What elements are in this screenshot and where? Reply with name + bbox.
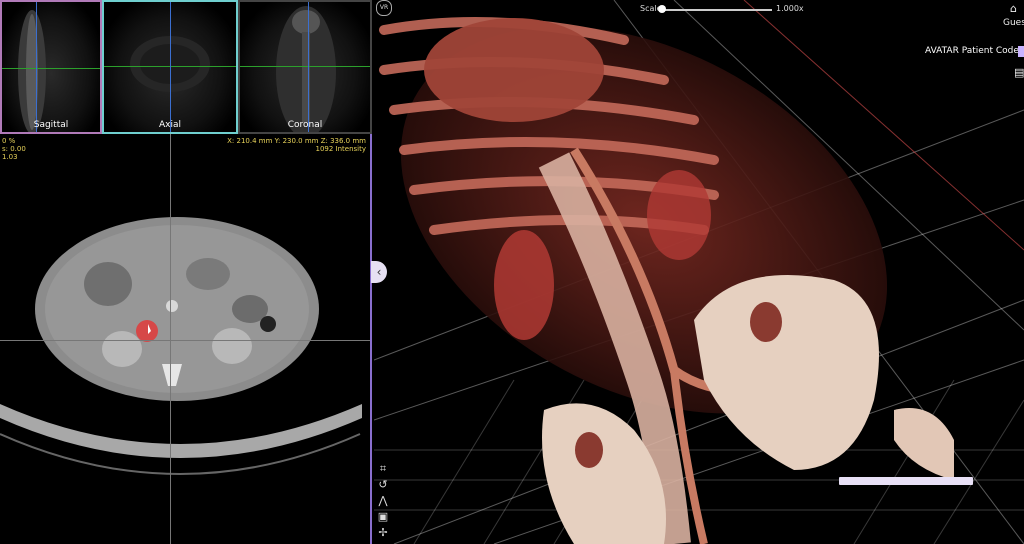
lasso-icon[interactable]: ↺ — [376, 478, 390, 492]
volume-render-image — [374, 0, 1024, 544]
user-name[interactable]: Gues — [1003, 18, 1024, 28]
sagittal-thumbnail[interactable]: Sagittal — [0, 0, 102, 134]
readout-line-3: 1.03 — [2, 153, 18, 161]
scale-control[interactable]: Scale 1.000x — [640, 4, 810, 14]
region-marker — [136, 320, 158, 342]
axial-main-view[interactable]: 0 % s: 0.00 1.03 X: 210.4 mm Y: 230.0 mm… — [0, 134, 372, 544]
patient-code-field[interactable] — [1018, 46, 1024, 57]
sagittal-crosshair-h — [2, 68, 100, 69]
axial-thumbnail[interactable]: Axial — [102, 0, 238, 134]
patient-code-label: AVATAR Patient Code — [925, 46, 1019, 56]
document-icon[interactable]: ▤ — [1014, 66, 1024, 79]
scale-value: 1.000x — [776, 4, 804, 13]
coronal-crosshair-h — [240, 66, 370, 67]
readout-line-1: 0 % — [2, 137, 16, 145]
sagittal-crosshair-v — [36, 2, 37, 132]
sagittal-image — [18, 10, 46, 132]
intensity-readout: 1092 Intensity — [315, 145, 366, 153]
crop-icon[interactable]: ⌗ — [376, 462, 390, 476]
slice-readout-right: X: 210.4 mm Y: 230.0 mm Z: 336.0 mm 1092… — [227, 137, 366, 153]
readout-line-2: s: 0.00 — [2, 145, 26, 153]
coordinate-readout: X: 210.4 mm Y: 230.0 mm Z: 336.0 mm — [227, 137, 366, 145]
main-crosshair-v — [170, 134, 171, 544]
vr-mode-badge[interactable]: VR — [376, 0, 392, 16]
chevron-left-icon: ‹ — [376, 265, 382, 279]
scale-slider-track[interactable] — [662, 9, 772, 11]
home-icon[interactable]: ⌂ — [1010, 2, 1017, 15]
coronal-thumbnail[interactable]: Coronal — [238, 0, 372, 134]
scale-slider-handle[interactable] — [658, 5, 666, 13]
measure-icon[interactable]: ⋀ — [376, 494, 390, 508]
tool-palette: ⌗ ↺ ⋀ ▣ ✢ — [376, 462, 398, 542]
pin-icon[interactable]: ✢ — [376, 526, 390, 540]
sagittal-label: Sagittal — [33, 120, 69, 130]
horizontal-scrollbar[interactable] — [839, 477, 973, 485]
volume-render-view[interactable] — [374, 0, 1024, 544]
slice-panel: Sagittal Axial Coronal 0 % s: 0.00 1.03 … — [0, 0, 372, 544]
coronal-label: Coronal — [287, 120, 323, 130]
slice-readout-left: 0 % s: 0.00 1.03 — [2, 137, 26, 161]
slice-thumbnails: Sagittal Axial Coronal — [0, 0, 372, 134]
coronal-image — [276, 6, 336, 132]
axial-ct-image — [0, 217, 362, 475]
axial-crosshair-v — [170, 2, 171, 132]
coronal-crosshair-v — [308, 2, 309, 132]
axial-label: Axial — [159, 120, 181, 130]
save-icon[interactable]: ▣ — [376, 510, 390, 524]
main-crosshair-h — [0, 340, 370, 341]
